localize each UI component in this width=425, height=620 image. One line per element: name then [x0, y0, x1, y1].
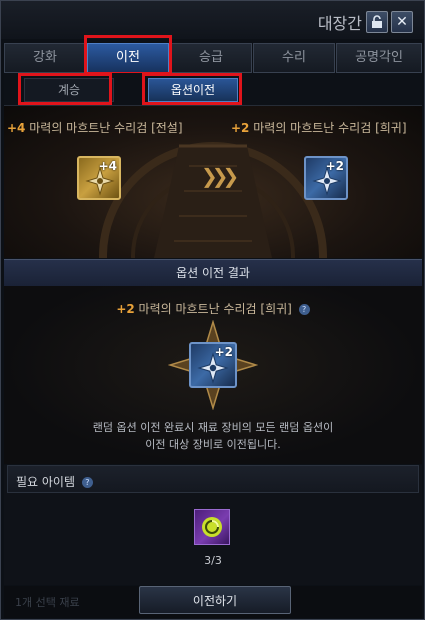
highlight-box: [84, 35, 172, 75]
source-item-level-badge: +4: [98, 159, 117, 173]
result-item-name: 마력의 마흐트난 수리검 [희귀]: [138, 302, 292, 316]
source-item-plus: +4: [7, 121, 26, 135]
target-item-plus: +2: [231, 121, 250, 135]
forge-window: 대장간 ✕ 강화 이전 승급 수리 공명각인 계승 옵션이전 +4 마력의 마흐…: [0, 0, 425, 620]
result-item-plus: +2: [116, 302, 135, 316]
source-item-label: +4 마력의 마흐트난 수리검 [전설]: [7, 119, 183, 136]
close-button[interactable]: ✕: [391, 11, 413, 33]
result-item-slot[interactable]: +2: [189, 342, 237, 388]
result-description: 랜덤 옵션 이전 완료시 재료 장비의 모든 랜덤 옵션이 이전 대상 장비로 …: [4, 419, 422, 453]
target-item-slot[interactable]: +2: [304, 156, 348, 200]
lock-icon: [372, 15, 382, 28]
tab-enhance[interactable]: 강화: [4, 43, 86, 73]
description-line: 이전 대상 장비로 이전됩니다.: [145, 438, 281, 451]
target-item-label: +2 마력의 마흐트난 수리검 [희귀]: [231, 119, 407, 136]
bottom-bar: 1개 선택 재료 이전하기: [4, 586, 422, 618]
tab-repair[interactable]: 수리: [253, 43, 335, 73]
transfer-button[interactable]: 이전하기: [139, 586, 291, 614]
result-item-level-badge: +2: [214, 345, 233, 359]
target-item-name: 마력의 마흐트난 수리검 [희귀]: [253, 121, 407, 135]
help-icon[interactable]: ?: [81, 477, 93, 488]
result-item-label: +2 마력의 마흐트난 수리검 [희귀] ?: [4, 300, 422, 317]
required-material-slot[interactable]: [194, 509, 230, 545]
material-count: 3/3: [204, 554, 222, 567]
description-line: 랜덤 옵션 이전 완료시 재료 장비의 모든 랜덤 옵션이: [92, 421, 334, 434]
required-items-header: 필요 아이템 ?: [7, 465, 419, 493]
source-item-name: 마력의 마흐트난 수리검 [전설]: [29, 121, 183, 135]
faint-hint-text: 1개 선택 재료: [15, 596, 80, 609]
transfer-stone-icon: [202, 517, 222, 537]
result-panel: +2 마력의 마흐트난 수리검 [희귀] ? +2 랜덤 옵션 이전 완료시 재…: [4, 286, 422, 464]
highlight-box: [142, 73, 242, 105]
tab-promote[interactable]: 승급: [170, 43, 252, 73]
source-item-slot[interactable]: +4: [77, 156, 121, 200]
required-items-title: 필요 아이템 ?: [16, 473, 93, 490]
tab-resonance-engrave[interactable]: 공명각인: [336, 43, 422, 73]
main-tabs: 강화 이전 승급 수리 공명각인: [4, 43, 422, 73]
required-items-title-text: 필요 아이템: [16, 475, 76, 489]
highlight-box: [18, 73, 112, 105]
target-item-level-badge: +2: [325, 159, 344, 173]
close-icon: ✕: [396, 14, 408, 30]
help-icon[interactable]: ?: [298, 304, 310, 315]
required-items-panel: 필요 아이템 ? 3/3: [4, 465, 422, 585]
result-section-header: 옵션 이전 결과: [4, 259, 422, 287]
lock-button[interactable]: [366, 11, 388, 33]
transfer-arrows-icon: ❯❯❯: [201, 164, 239, 188]
window-title: 대장간: [317, 14, 362, 33]
title-bar: 대장간 ✕: [1, 1, 424, 39]
